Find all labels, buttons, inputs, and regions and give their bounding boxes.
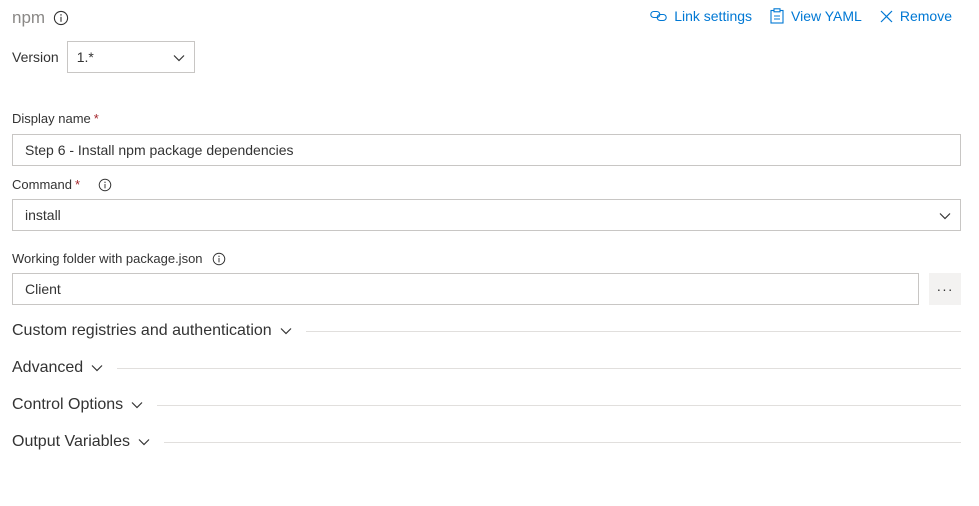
link-icon [650,10,667,22]
chevron-down-icon [91,359,103,377]
clipboard-icon [770,8,784,24]
command-value: install [25,207,61,223]
section-control-options[interactable]: Control Options [12,396,961,414]
version-select[interactable]: 1.* [66,41,195,73]
browse-button[interactable]: ··· [929,273,961,305]
info-icon[interactable] [212,252,226,266]
section-label: Advanced [12,359,84,376]
display-name-label-text: Display name [12,111,91,126]
chevron-down-icon [280,322,292,340]
task-title: npm [12,8,69,28]
command-select[interactable]: install [12,199,961,231]
link-settings-label: Link settings [674,8,753,24]
section-divider [117,367,961,369]
chevron-down-icon [131,396,143,414]
section-divider [164,441,961,443]
chevron-down-icon [939,207,951,223]
task-title-text: npm [12,8,46,27]
chevron-down-icon [173,49,185,65]
section-advanced[interactable]: Advanced [12,359,961,377]
section-custom-registries[interactable]: Custom registries and authentication [12,322,961,340]
section-output-variables[interactable]: Output Variables [12,433,961,451]
header-actions: Link settings View YAML Remove [650,8,952,24]
remove-label: Remove [899,8,952,24]
display-name-value: Step 6 - Install npm package dependencie… [25,142,294,158]
working-folder-input[interactable]: Client [12,273,919,305]
section-divider [305,330,961,332]
working-folder-label: Working folder with package.json [12,251,226,266]
chevron-down-icon [138,433,150,451]
command-label: Command * [12,177,112,192]
view-yaml-button[interactable]: View YAML [770,8,862,24]
version-label: Version [12,49,59,65]
required-marker: * [74,177,81,192]
working-folder-label-text: Working folder with package.json [12,251,203,266]
info-icon[interactable] [53,10,69,26]
more-icon: ··· [936,281,954,297]
close-icon [880,10,893,23]
section-label: Custom registries and authentication [12,322,272,339]
working-folder-value: Client [25,281,61,297]
command-label-text: Command [12,177,72,192]
display-name-label: Display name * [12,111,99,126]
view-yaml-label: View YAML [791,8,862,24]
info-icon[interactable] [98,178,112,192]
remove-button[interactable]: Remove [880,8,952,24]
version-row: Version 1.* [12,41,195,73]
display-name-input[interactable]: Step 6 - Install npm package dependencie… [12,134,961,166]
section-label: Output Variables [12,433,130,450]
section-divider [157,404,961,406]
required-marker: * [93,111,99,126]
section-label: Control Options [12,396,124,413]
version-value: 1.* [76,49,94,65]
link-settings-button[interactable]: Link settings [650,8,752,24]
